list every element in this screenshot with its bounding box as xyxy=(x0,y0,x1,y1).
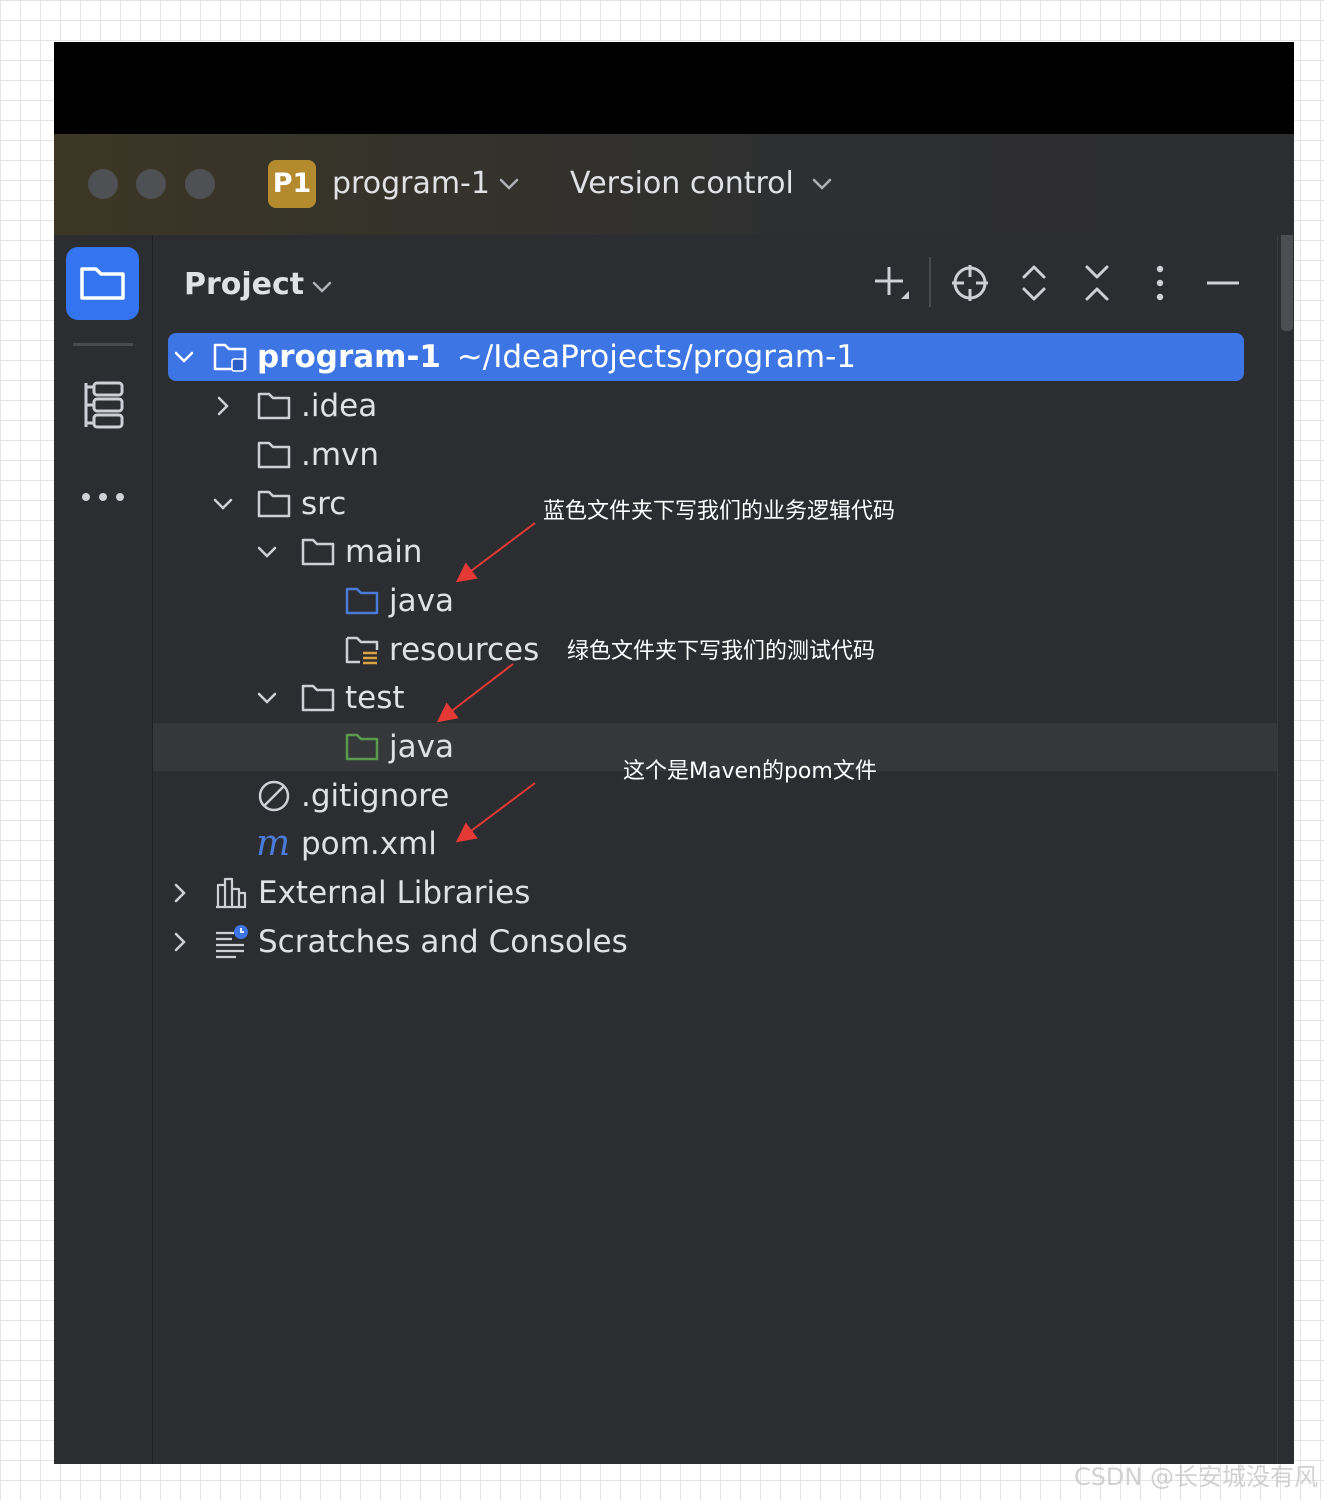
chevron-right-icon[interactable] xyxy=(211,394,235,418)
folder-icon xyxy=(80,267,125,300)
chevron-down-icon[interactable] xyxy=(255,686,279,710)
project-root-path: ~/IdeaProjects/program-1 xyxy=(456,339,856,375)
chevron-right-icon[interactable] xyxy=(168,930,192,954)
tree-label: .gitignore xyxy=(301,778,450,814)
chevron-down-icon[interactable] xyxy=(498,176,520,192)
tree-row-test[interactable]: test xyxy=(153,674,1277,722)
chevron-down-icon[interactable] xyxy=(255,540,279,564)
library-icon xyxy=(216,877,247,909)
chevron-down-icon[interactable] xyxy=(211,492,235,516)
annotation-blue-folder: 蓝色文件夹下写我们的业务逻辑代码 xyxy=(543,499,896,524)
panel-title[interactable]: Project xyxy=(184,265,304,305)
annotation-green-folder: 绿色文件夹下写我们的测试代码 xyxy=(567,639,876,664)
window-zoom-button[interactable] xyxy=(185,169,215,199)
tree-label: .idea xyxy=(301,388,378,424)
hide-icon[interactable] xyxy=(1199,259,1247,307)
source-folder-icon xyxy=(345,587,379,615)
chevron-right-icon[interactable] xyxy=(168,881,192,905)
add-icon[interactable] xyxy=(867,259,915,307)
project-name-menu[interactable]: program-1 xyxy=(332,164,490,204)
test-folder-icon xyxy=(345,733,379,761)
annotation-pom: 这个是Maven的pom文件 xyxy=(623,759,877,784)
resources-folder-icon xyxy=(345,636,379,665)
expand-all-icon[interactable] xyxy=(1010,259,1058,307)
folder-icon xyxy=(301,684,335,712)
folder-icon xyxy=(301,538,335,566)
vertical-scrollbar[interactable] xyxy=(1277,235,1294,1464)
structure-icon[interactable] xyxy=(78,379,130,431)
tree-row-external-libraries[interactable]: External Libraries xyxy=(153,869,1277,917)
tree-label: test xyxy=(345,680,405,716)
scratches-icon xyxy=(216,925,248,959)
sidebar-separator xyxy=(73,343,133,346)
maven-icon: m xyxy=(256,827,290,861)
screen-top-bar xyxy=(54,42,1294,134)
tree-row-idea[interactable]: .idea xyxy=(153,382,1277,430)
tree-row-mvn[interactable]: .mvn xyxy=(153,431,1277,479)
tree-label: External Libraries xyxy=(258,875,531,911)
tree-row-main-java[interactable]: java xyxy=(153,577,1277,625)
tool-window-sidebar xyxy=(54,235,153,1464)
tree-label: src xyxy=(301,486,347,522)
tree-label: program-1 ~/IdeaProjects/program-1 xyxy=(257,337,856,377)
window-minimize-button[interactable] xyxy=(136,169,166,199)
collapse-all-icon[interactable] xyxy=(1073,259,1121,307)
tree-label: resources xyxy=(389,632,540,668)
chevron-down-icon[interactable] xyxy=(172,345,196,369)
options-icon[interactable] xyxy=(1136,259,1184,307)
tree-row-scratches[interactable]: Scratches and Consoles xyxy=(153,918,1277,966)
folder-icon xyxy=(257,392,291,420)
more-icon[interactable] xyxy=(80,491,126,503)
tree-row-main[interactable]: main xyxy=(153,528,1277,576)
tree-row-pom[interactable]: m pom.xml xyxy=(153,820,1277,868)
ignore-file-icon xyxy=(258,780,290,812)
version-control-menu[interactable]: Version control xyxy=(570,164,794,204)
module-folder-icon xyxy=(213,343,247,372)
tree-label: .mvn xyxy=(301,437,380,473)
tree-label: java xyxy=(389,583,454,619)
folder-icon xyxy=(257,441,291,469)
folder-icon xyxy=(257,490,291,518)
tree-label: main xyxy=(345,534,423,570)
project-root-name: program-1 xyxy=(257,339,441,375)
locate-icon[interactable] xyxy=(946,259,994,307)
watermark: CSDN @长安城没有风 xyxy=(1073,1463,1318,1491)
project-panel: Project program-1 ~/IdeaProjects/program… xyxy=(153,235,1277,1464)
tree-row-project-root[interactable]: program-1 ~/IdeaProjects/program-1 xyxy=(168,333,1244,381)
tree-label: java xyxy=(389,729,454,765)
tree-label: pom.xml xyxy=(301,826,437,862)
project-badge[interactable]: P1 xyxy=(268,160,316,208)
sidebar-item-project[interactable] xyxy=(66,247,139,320)
toolbar-separator xyxy=(929,257,931,307)
scrollbar-thumb[interactable] xyxy=(1281,235,1293,331)
ide-window: P1 program-1 Version control Project pro… xyxy=(54,42,1294,1464)
tree-label: Scratches and Consoles xyxy=(258,924,628,960)
svg-text:m: m xyxy=(256,827,290,861)
window-close-button[interactable] xyxy=(88,169,118,199)
chevron-down-icon[interactable] xyxy=(811,176,833,192)
chevron-down-icon[interactable] xyxy=(311,279,333,295)
